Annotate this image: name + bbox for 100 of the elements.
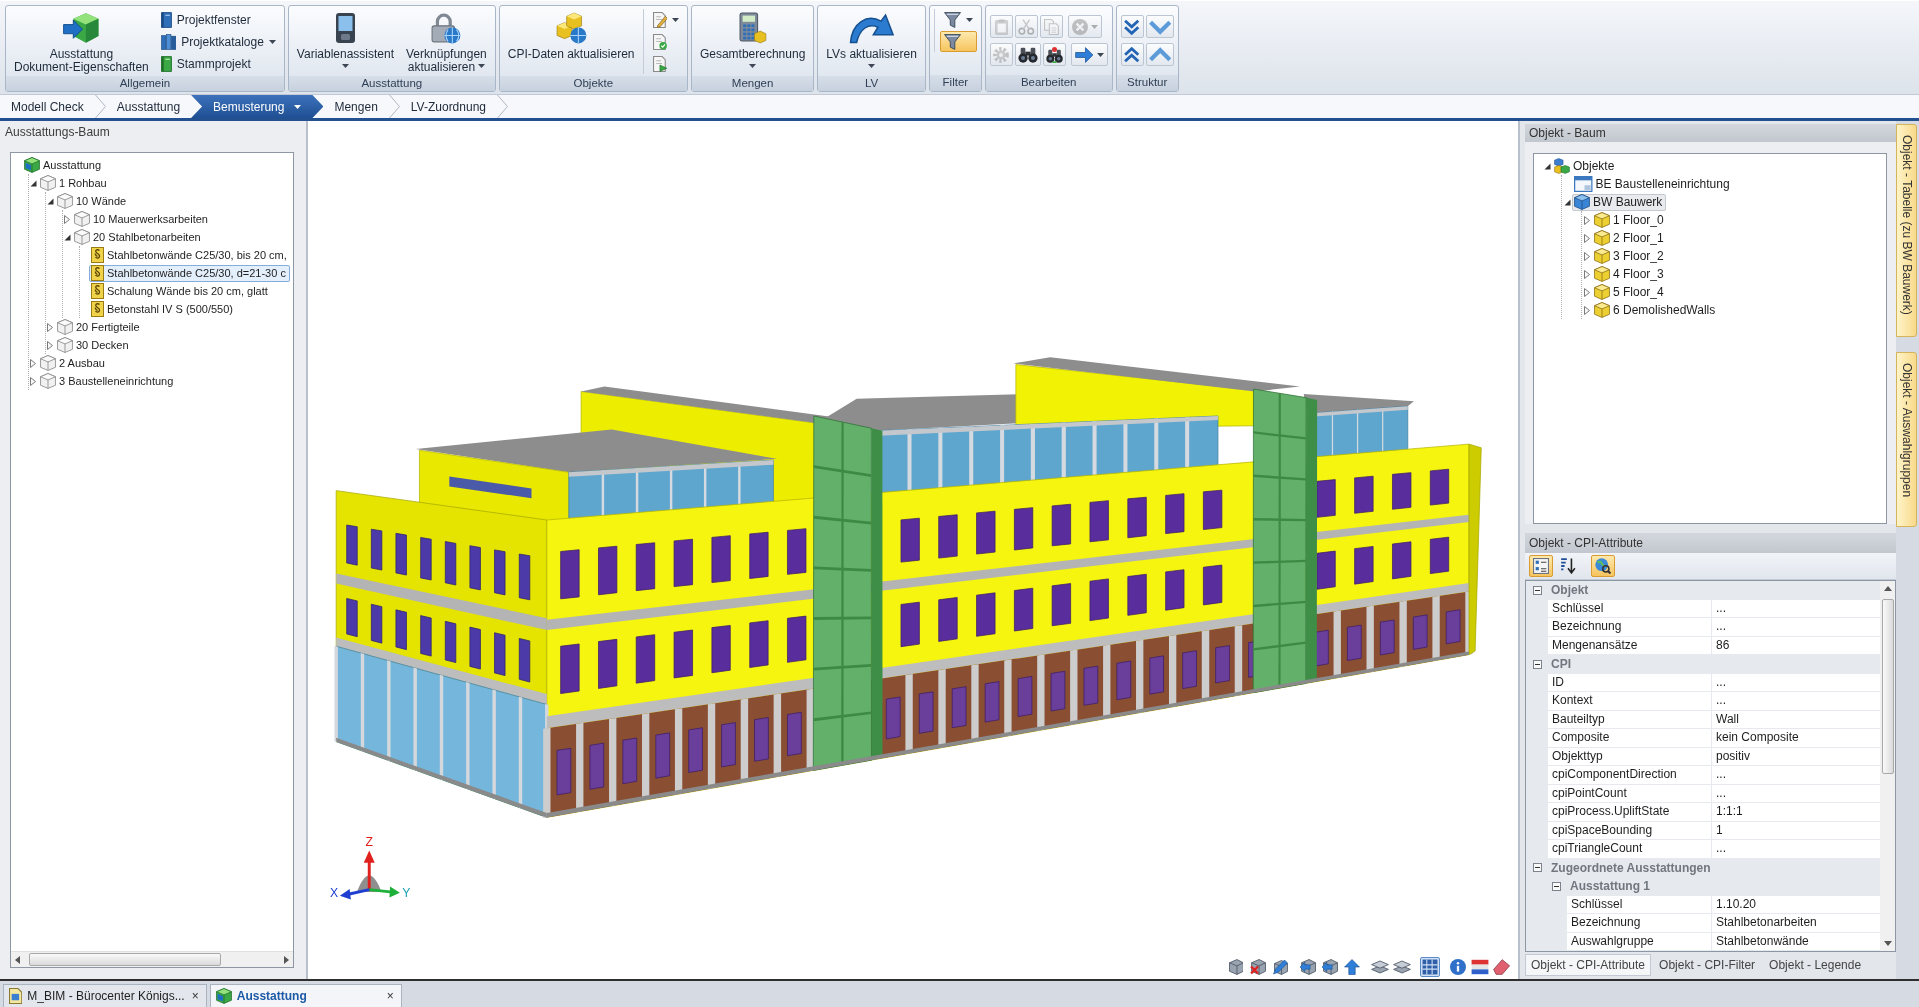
expander-icon[interactable] <box>63 233 71 241</box>
expand-button[interactable] <box>1145 15 1174 38</box>
tree-item[interactable]: Stahlbetonwände C25/30, bis 20 cm, <box>89 246 291 264</box>
tree-item[interactable]: 3 Floor_2 <box>1592 247 1668 265</box>
search-button[interactable] <box>1591 555 1615 577</box>
tree-item[interactable]: Objekte <box>1552 157 1619 175</box>
collapse-icon[interactable] <box>1533 585 1542 595</box>
funnel-icon <box>943 33 961 50</box>
expander-icon[interactable] <box>1563 198 1571 206</box>
ribbon-button[interactable]: Gesamtberechnung <box>695 9 810 76</box>
arrow-right-icon <box>1075 46 1094 63</box>
go-to-button[interactable] <box>1071 43 1108 66</box>
tree-item[interactable]: 1 Rohbau <box>38 174 111 192</box>
panel-tab[interactable]: Objekt - Legende <box>1763 954 1868 976</box>
collapse-icon[interactable] <box>1533 659 1542 669</box>
toolbar-button[interactable] <box>1298 957 1318 977</box>
tree-item[interactable]: BE Baustelleneinrichtung <box>1572 175 1734 193</box>
breadcrumb-tab[interactable]: Modell Check <box>0 95 95 118</box>
close-button[interactable]: × <box>384 989 396 1003</box>
category-label: Objekt <box>1551 583 1589 598</box>
property-value: ... <box>1712 766 1880 785</box>
cube-cross-icon <box>1250 959 1266 975</box>
scroll-up-arrow-icon[interactable] <box>1883 586 1892 591</box>
scroll-down-arrow-icon[interactable] <box>1883 941 1892 946</box>
collapse-button[interactable] <box>1145 43 1174 66</box>
collapse-icon[interactable] <box>1552 881 1561 891</box>
ribbon-button[interactable]: Variablenassistent <box>292 9 399 76</box>
books-icon <box>160 33 177 50</box>
scrollbar-thumb[interactable] <box>29 953 221 966</box>
toolbar-button[interactable] <box>1420 957 1440 977</box>
toolbar-button[interactable] <box>1492 957 1512 977</box>
toolbar-button[interactable] <box>1342 957 1362 977</box>
toolbar-button[interactable] <box>1270 957 1290 977</box>
vertical-scrollbar[interactable] <box>1880 581 1895 951</box>
tree-item[interactable]: Schalung Wände bis 20 cm, glatt <box>89 282 272 300</box>
side-tab[interactable]: Objekt - Auswahlgruppen <box>1896 352 1917 527</box>
expander-icon[interactable] <box>29 179 37 187</box>
scroll-left-arrow-icon[interactable] <box>15 955 20 964</box>
horizontal-scrollbar[interactable] <box>11 951 293 967</box>
toolbar-button[interactable] <box>1226 957 1246 977</box>
tree-item[interactable]: 4 Floor_3 <box>1592 265 1668 283</box>
panel-tab[interactable]: Objekt - CPI-Filter <box>1653 954 1762 976</box>
ribbon-button[interactable]: Verknüpfungen aktualisieren <box>402 9 491 76</box>
document-arrow-icon <box>652 55 667 72</box>
tree-item[interactable]: 1 Floor_0 <box>1592 211 1668 229</box>
side-tab[interactable]: Objekt - Tabelle (zu BW Bauwerk) <box>1896 124 1917 337</box>
tree-item[interactable]: Stahlbetonwände C25/30, d=21-30 c <box>89 264 290 282</box>
expander-icon[interactable] <box>1543 162 1551 170</box>
ribbon-button[interactable]: Ausstattung Dokument-Eigenschaften <box>10 9 153 76</box>
group-label: Struktur <box>1116 75 1178 91</box>
ribbon-button[interactable]: Projektkataloge <box>156 31 280 52</box>
tree-item[interactable]: 20 Stahlbetonarbeiten <box>72 228 205 246</box>
box-icon <box>74 211 90 227</box>
tree-item[interactable]: Ausstattung <box>22 156 106 174</box>
ribbon-button[interactable]: Projektfenster <box>156 9 280 30</box>
replace-button[interactable] <box>1042 43 1066 66</box>
color-bars-icon <box>1471 959 1489 975</box>
collapse-all-button[interactable] <box>1120 43 1144 66</box>
tree-item[interactable]: BW Bauwerk <box>1572 193 1667 211</box>
cube-icon <box>1228 959 1244 975</box>
document-pencil-icon <box>652 11 667 28</box>
collapse-icon[interactable] <box>1533 863 1542 873</box>
tree-item[interactable]: 3 Baustelleneinrichtung <box>38 372 178 390</box>
toolbar-button[interactable] <box>1448 957 1468 977</box>
expand-all-button[interactable] <box>1120 15 1144 38</box>
panel-tab[interactable]: Objekt - CPI-Attribute <box>1525 954 1652 976</box>
arrow-up-icon <box>1344 959 1360 975</box>
toolbar-button[interactable] <box>1248 957 1268 977</box>
axis-triad-icon[interactable] <box>339 850 400 900</box>
tree-item[interactable]: 10 Mauerwerksarbeiten <box>72 210 212 228</box>
ribbon-button[interactable]: CPI-Daten aktualisieren <box>503 9 639 76</box>
tree-item[interactable]: 30 Decken <box>55 336 133 354</box>
breadcrumb-tab[interactable]: Ausstattung <box>105 95 192 118</box>
tree-item[interactable]: 2 Floor_1 <box>1592 229 1668 247</box>
ribbon-button[interactable]: Stammprojekt <box>156 53 280 74</box>
tree-item[interactable]: 5 Floor_4 <box>1592 283 1668 301</box>
categorized-button[interactable] <box>1529 555 1553 577</box>
scrollbar-thumb[interactable] <box>1881 599 1894 774</box>
handheld-device-icon <box>334 12 356 44</box>
breadcrumb-tab[interactable]: Bemusterung <box>191 95 324 118</box>
expander-icon[interactable] <box>46 197 54 205</box>
find-button[interactable] <box>1014 43 1041 66</box>
breadcrumb-tab[interactable]: LV-Zuordnung <box>399 95 497 118</box>
breadcrumb-tab[interactable]: Mengen <box>323 95 389 118</box>
close-button[interactable]: × <box>189 989 201 1003</box>
tree-item[interactable]: 10 Wände <box>55 192 131 210</box>
toolbar-button[interactable] <box>1470 957 1490 977</box>
tree-item[interactable]: 2 Ausbau <box>38 354 109 372</box>
tree-item[interactable]: 20 Fertigteile <box>55 318 144 336</box>
tree-item[interactable]: Betonstahl IV S (500/550) <box>89 300 237 318</box>
eraser-icon <box>1493 959 1511 975</box>
cube-arrow-icon <box>1322 959 1338 975</box>
tree-item[interactable]: 6 DemolishedWalls <box>1592 301 1720 319</box>
document-tab[interactable]: M_BIM - Bürocenter Königs... × <box>3 984 207 1007</box>
filter-button[interactable] <box>939 31 977 52</box>
toolbar-button[interactable] <box>1320 957 1340 977</box>
ribbon-button[interactable]: LVs aktualisieren <box>822 9 921 76</box>
document-tab[interactable]: Ausstattung × <box>209 984 402 1007</box>
document-check-icon <box>652 33 667 50</box>
scroll-right-arrow-icon[interactable] <box>284 955 289 964</box>
